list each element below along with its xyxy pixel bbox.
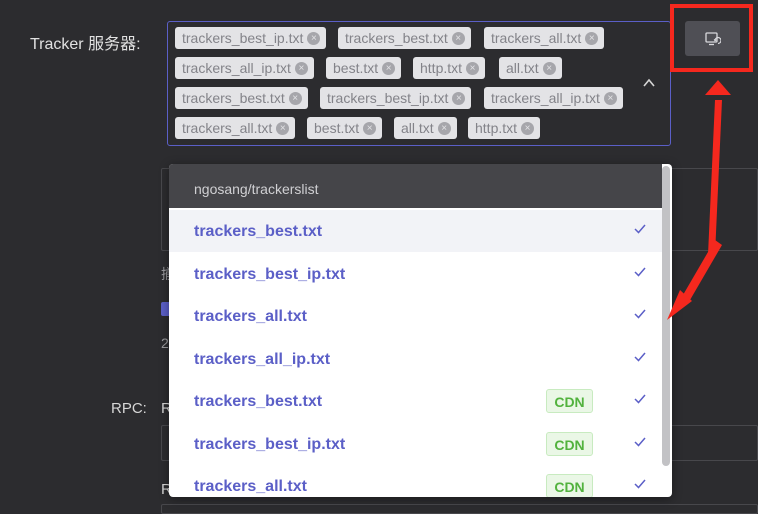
tag-close-icon[interactable]: ×: [276, 121, 290, 135]
option-label: trackers_all_ip.txt: [194, 350, 331, 368]
tracker-select[interactable]: trackers_best_ip.txt × trackers_best.txt × t…: [167, 21, 671, 146]
check-icon: [634, 224, 646, 234]
cdn-badge: CDN: [546, 389, 593, 413]
tag-close-icon[interactable]: ×: [363, 121, 377, 135]
selected-tag: trackers_best_ip.txt ×: [320, 87, 472, 109]
tag-label: all.txt: [506, 60, 539, 76]
sync-time-text: 2: [161, 335, 169, 351]
tag-close-icon[interactable]: ×: [451, 31, 465, 45]
tag-close-icon[interactable]: ×: [521, 121, 535, 135]
selected-tag: http.txt ×: [468, 117, 541, 139]
option-label: trackers_best.txt: [194, 393, 323, 410]
tag-close-icon[interactable]: ×: [542, 61, 556, 75]
tag-label: all.txt: [401, 120, 434, 136]
selected-tag: trackers_all.txt ×: [484, 27, 605, 49]
tag-label: http.txt: [420, 60, 463, 76]
check-icon: [634, 394, 646, 404]
tag-close-icon[interactable]: ×: [288, 91, 302, 105]
tag-close-icon[interactable]: ×: [307, 31, 321, 45]
selected-tag: trackers_best_ip.txt ×: [175, 27, 327, 49]
annotation-highlight-box: [670, 4, 753, 72]
tag-close-icon[interactable]: ×: [294, 61, 308, 75]
dropdown-group-header: ngosang/trackerslist: [169, 164, 662, 208]
dropdown-option[interactable]: trackers_best_ip.txt CDN: [169, 423, 662, 465]
tag-label: trackers_best.txt: [345, 30, 448, 46]
selected-tag: all.txt ×: [499, 57, 562, 79]
check-icon: [634, 309, 646, 319]
dropdown-option[interactable]: trackers_best.txt: [169, 210, 662, 252]
option-label: trackers_best_ip.txt: [194, 435, 346, 453]
dropdown-scrollbar[interactable]: [662, 166, 670, 466]
tracker-servers-label: Tracker 服务器:: [30, 36, 141, 53]
tag-label: trackers_best.txt: [182, 90, 285, 106]
check-icon: [634, 352, 646, 362]
check-icon: [634, 267, 646, 277]
rpc-label: RPC:: [111, 400, 147, 417]
tag-close-icon[interactable]: ×: [603, 91, 617, 105]
dropdown-option[interactable]: trackers_all.txt: [169, 295, 662, 337]
selected-tag: best.txt ×: [307, 117, 383, 139]
selected-tag: http.txt ×: [413, 57, 486, 79]
option-label: trackers_best.txt: [194, 223, 323, 240]
cdn-badge: CDN: [546, 431, 593, 456]
dropdown-option[interactable]: trackers_all.txt CDN: [169, 465, 662, 497]
selected-tag: trackers_best.txt ×: [175, 87, 308, 109]
selected-tag: best.txt ×: [326, 57, 402, 79]
selected-tag: trackers_all_ip.txt ×: [484, 87, 623, 109]
selected-tag: trackers_all.txt ×: [175, 117, 296, 139]
tag-label: http.txt: [475, 120, 518, 136]
tracker-dropdown: ngosang/trackerslist trackers_best.txt tr…: [169, 164, 672, 497]
tag-label: best.txt: [333, 60, 379, 76]
tag-label: trackers_all.txt: [491, 30, 582, 46]
selected-tag: all.txt ×: [394, 117, 457, 139]
tag-label: best.txt: [314, 120, 360, 136]
tag-close-icon[interactable]: ×: [466, 61, 480, 75]
tag-close-icon[interactable]: ×: [382, 61, 396, 75]
selected-tag: trackers_best.txt ×: [338, 27, 471, 49]
tag-label: trackers_all_ip.txt: [491, 90, 600, 106]
dropdown-option[interactable]: trackers_best.txt CDN: [169, 380, 662, 422]
selected-tag: trackers_all_ip.txt ×: [175, 57, 314, 79]
tag-label: trackers_all.txt: [182, 120, 273, 136]
tag-close-icon[interactable]: ×: [585, 31, 599, 45]
check-icon: [634, 437, 646, 447]
tag-close-icon[interactable]: ×: [452, 91, 466, 105]
dropdown-option[interactable]: trackers_all_ip.txt: [169, 338, 662, 380]
cdn-badge: CDN: [546, 474, 593, 497]
tag-label: trackers_best_ip.txt: [327, 90, 449, 106]
chevron-up-icon[interactable]: [642, 76, 656, 90]
option-label: trackers_all.txt: [194, 478, 307, 495]
tag-close-icon[interactable]: ×: [437, 121, 451, 135]
tag-label: trackers_best_ip.txt: [182, 30, 304, 46]
tag-label: trackers_all_ip.txt: [182, 60, 291, 76]
rpc-secret-input[interactable]: [161, 504, 758, 514]
option-label: trackers_all.txt: [194, 308, 307, 325]
check-icon: [634, 479, 646, 489]
option-label: trackers_best_ip.txt: [194, 265, 346, 283]
dropdown-option[interactable]: trackers_best_ip.txt: [169, 253, 662, 295]
